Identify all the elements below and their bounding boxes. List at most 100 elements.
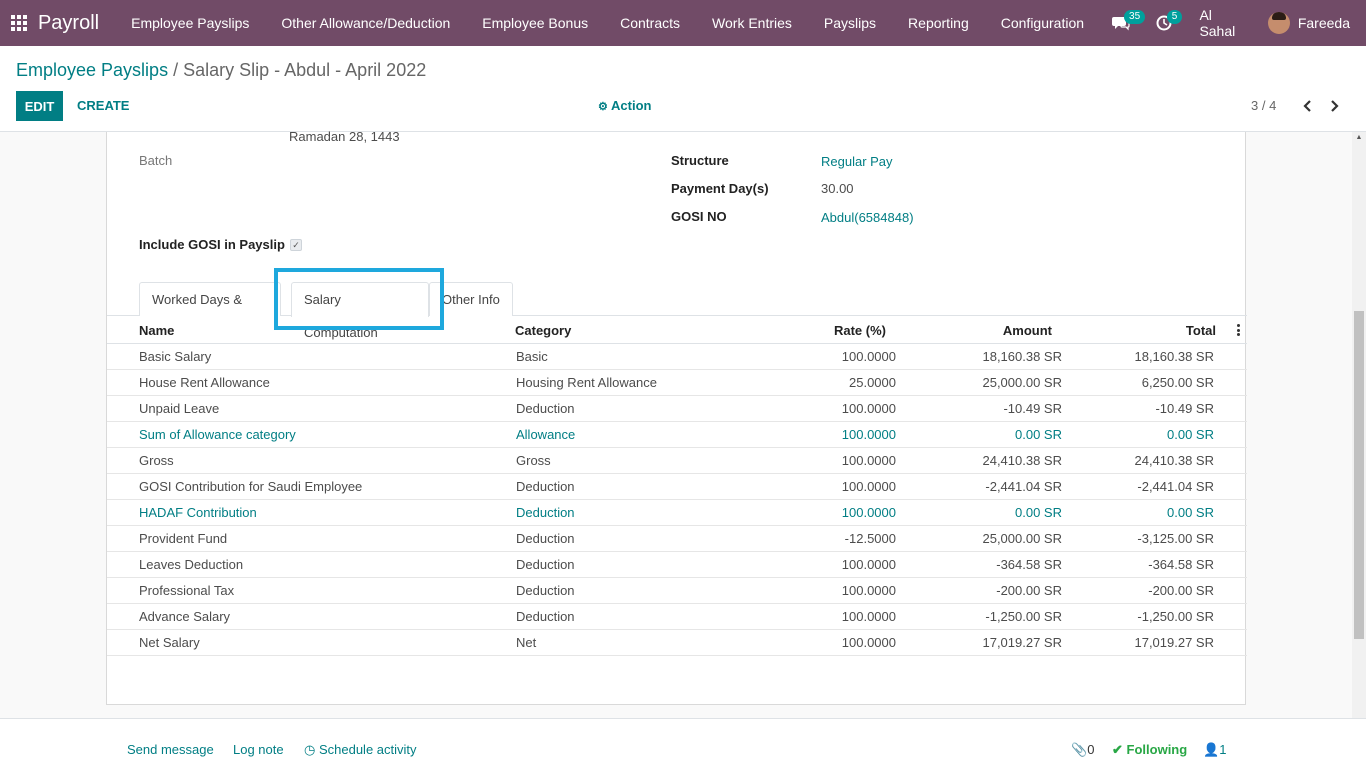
tab-worked-days-inputs[interactable]: Worked Days & Inputs	[139, 282, 281, 316]
line-amount: -1,250.00 SR	[985, 609, 1062, 624]
attachments-button[interactable]: 📎0	[1071, 742, 1094, 758]
line-amount: -2,441.04 SR	[985, 479, 1062, 494]
activities-button[interactable]: 5	[1143, 0, 1186, 46]
create-button[interactable]: CREATE	[77, 91, 129, 121]
line-rate: 100.0000	[841, 401, 896, 416]
scroll-up-arrow-icon[interactable]: ▲	[1352, 134, 1366, 146]
line-category: Deduction	[516, 557, 575, 572]
top-navbar: Payroll Employee Payslips Other Allowanc…	[0, 0, 1366, 46]
line-name: Provident Fund	[139, 531, 228, 546]
gosi-no-label: GOSI NO	[671, 209, 727, 224]
tab-other-info[interactable]: Other Info	[429, 282, 513, 316]
line-category: Deduction	[516, 609, 575, 624]
followers-button[interactable]: 👤1	[1203, 742, 1226, 758]
user-avatar	[1267, 12, 1290, 34]
log-note-button[interactable]: Log note	[233, 742, 284, 757]
table-row[interactable]: Advance Salary Deduction 100.0000 -1,250.00…	[107, 604, 1247, 630]
optional-columns-icon[interactable]	[1237, 324, 1241, 336]
line-amount: 25,000.00 SR	[982, 531, 1062, 546]
line-category: Allowance	[516, 427, 576, 442]
gear-icon: ⚙	[598, 101, 608, 113]
breadcrumb-separator: /	[168, 60, 184, 80]
pager-previous-button[interactable]	[1297, 91, 1317, 121]
messages-button[interactable]: 35	[1100, 0, 1146, 46]
menu-configuration[interactable]: Configuration	[985, 0, 1100, 46]
table-row[interactable]: HADAF Contribution Deduction 100.0000 0.00 …	[107, 500, 1247, 526]
line-total: 18,160.38 SR	[1134, 349, 1214, 364]
line-category: Basic	[516, 349, 548, 364]
send-message-button[interactable]: Send message	[127, 742, 214, 757]
line-total: 17,019.27 SR	[1134, 635, 1214, 650]
line-rate: 100.0000	[841, 479, 896, 494]
table-row[interactable]: GOSI Contribution for Saudi Employee Dedu…	[107, 474, 1247, 500]
line-total: -3,125.00 SR	[1137, 531, 1214, 546]
menu-other-allowance-deduction[interactable]: Other Allowance/Deduction	[265, 0, 466, 46]
following-button[interactable]: ✔ Following	[1112, 742, 1187, 758]
menu-work-entries[interactable]: Work Entries	[696, 0, 808, 46]
table-row[interactable]: Net Salary Net 100.0000 17,019.27 SR 17,019.…	[107, 630, 1247, 656]
check-icon: ✔	[1112, 742, 1123, 757]
line-rate: 100.0000	[841, 453, 896, 468]
gosi-no-value[interactable]: Abdul(6584848)	[821, 210, 914, 225]
table-row[interactable]: Professional Tax Deduction 100.0000 -200.00…	[107, 578, 1247, 604]
column-amount[interactable]: Amount	[1003, 323, 1052, 338]
line-total: 0.00 SR	[1167, 505, 1214, 520]
action-dropdown[interactable]: ⚙ Action	[598, 91, 651, 121]
table-row[interactable]: Basic Salary Basic 100.0000 18,160.38 SR 18,…	[107, 344, 1247, 370]
structure-label: Structure	[671, 153, 729, 168]
table-row[interactable]: Gross Gross 100.0000 24,410.38 SR 24,410.38 …	[107, 448, 1247, 474]
structure-value[interactable]: Regular Pay	[821, 154, 893, 169]
followers-count: 1	[1219, 742, 1227, 757]
paperclip-icon: 📎	[1071, 742, 1088, 757]
app-brand[interactable]: Payroll	[38, 12, 99, 35]
line-name: Sum of Allowance category	[139, 427, 296, 442]
table-row[interactable]: Provident Fund Deduction -12.5000 25,000.00…	[107, 526, 1247, 552]
line-rate: 100.0000	[841, 635, 896, 650]
column-name[interactable]: Name	[139, 323, 174, 338]
line-total: 24,410.38 SR	[1134, 453, 1214, 468]
line-amount: 0.00 SR	[1015, 427, 1062, 442]
line-total: -1,250.00 SR	[1137, 609, 1214, 624]
column-total[interactable]: Total	[1186, 323, 1216, 338]
table-row[interactable]: House Rent Allowance Housing Rent Allowan…	[107, 370, 1247, 396]
line-amount: 25,000.00 SR	[982, 375, 1062, 390]
line-name: Gross	[139, 453, 174, 468]
main-menu: Employee Payslips Other Allowance/Deduct…	[115, 0, 1100, 46]
line-category: Deduction	[516, 583, 575, 598]
column-category[interactable]: Category	[515, 323, 571, 338]
table-header: Name Category Rate (%) Amount Total	[107, 316, 1247, 344]
include-gosi-label: Include GOSI in Payslip	[139, 237, 285, 252]
line-total: -200.00 SR	[1148, 583, 1214, 598]
user-menu[interactable]: Fareeda	[1260, 12, 1366, 34]
schedule-activity-button[interactable]: ◷ Schedule activity	[304, 742, 417, 758]
menu-contracts[interactable]: Contracts	[604, 0, 696, 46]
chevron-left-icon	[1303, 100, 1311, 112]
breadcrumb: Employee Payslips / Salary Slip - Abdul …	[16, 60, 426, 81]
menu-payslips[interactable]: Payslips	[808, 0, 892, 46]
table-row[interactable]: Sum of Allowance category Allowance 100.00…	[107, 422, 1247, 448]
menu-employee-bonus[interactable]: Employee Bonus	[466, 0, 604, 46]
company-switcher[interactable]: Al Sahal	[1185, 7, 1259, 39]
edit-button[interactable]: EDIT	[16, 91, 63, 121]
menu-employee-payslips[interactable]: Employee Payslips	[115, 0, 265, 46]
pager-value[interactable]: 3 / 4	[1251, 91, 1276, 121]
line-category: Housing Rent Allowance	[516, 375, 657, 390]
column-rate[interactable]: Rate (%)	[834, 323, 886, 338]
table-row[interactable]: Unpaid Leave Deduction 100.0000 -10.49 SR -1…	[107, 396, 1247, 422]
line-amount: 24,410.38 SR	[982, 453, 1062, 468]
tab-salary-computation[interactable]: Salary Computation	[291, 282, 429, 340]
payslip-date[interactable]: Ramadan 28, 1443	[289, 129, 400, 144]
line-category: Deduction	[516, 479, 575, 494]
include-gosi-checkbox[interactable]: ✓	[290, 239, 302, 251]
pager-next-button[interactable]	[1325, 91, 1345, 121]
breadcrumb-parent[interactable]: Employee Payslips	[16, 60, 168, 80]
line-rate: 100.0000	[841, 349, 896, 364]
menu-reporting[interactable]: Reporting	[892, 0, 985, 46]
payment-days-value[interactable]: 30.00	[821, 181, 854, 196]
table-row[interactable]: Leaves Deduction Deduction 100.0000 -364.58…	[107, 552, 1247, 578]
scrollbar-thumb[interactable]	[1354, 311, 1364, 639]
line-total: 0.00 SR	[1167, 427, 1214, 442]
apps-menu-icon[interactable]	[0, 0, 38, 46]
line-total: -364.58 SR	[1148, 557, 1214, 572]
salary-lines: Basic Salary Basic 100.0000 18,160.38 SR 18,…	[107, 344, 1247, 656]
